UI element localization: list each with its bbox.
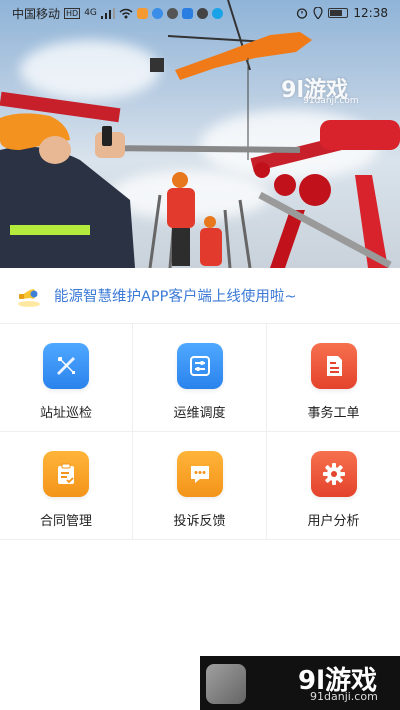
- announcement-text: 能源智慧维护APP客户端上线使用啦~: [54, 289, 297, 305]
- menu-tile: [176, 343, 223, 389]
- worker-figures: [167, 172, 222, 266]
- announcement-bar[interactable]: 能源智慧维护APP客户端上线使用啦~: [0, 268, 400, 324]
- menu-work-orders[interactable]: 事务工单: [267, 324, 400, 432]
- menu-label: 用户分析: [307, 514, 360, 529]
- app-notification-icon: [151, 7, 163, 19]
- tools-icon: [57, 357, 75, 375]
- location-icon: [313, 7, 324, 19]
- hd-indicator-icon: HD: [64, 7, 81, 19]
- alarm-icon: [297, 8, 308, 19]
- battery-icon: [328, 8, 349, 18]
- menu-label: 站址巡检: [39, 406, 92, 421]
- app-notification-icon: [196, 7, 208, 19]
- foreground-worker: [0, 113, 135, 268]
- watermark-banner: 9l游戏 91danji.com: [200, 656, 400, 710]
- menu-ops-dispatch[interactable]: 运维调度: [133, 324, 267, 432]
- app-notification-icon: [211, 7, 223, 19]
- menu-label: 事务工单: [307, 406, 360, 421]
- hero-photo-illustration: [0, 0, 400, 268]
- clock-label: 12:38: [353, 6, 388, 20]
- app-notification-icon: [136, 7, 148, 19]
- network-label: 4G: [84, 8, 97, 18]
- menu-complaint-feedback[interactable]: 投诉反馈: [133, 432, 267, 540]
- megaphone-icon: [18, 288, 40, 307]
- menu-label: 运维调度: [173, 406, 226, 421]
- carrier-label: 中国移动: [12, 6, 61, 21]
- menu-tile: [43, 451, 89, 497]
- watermark-url: 91danji.com: [303, 96, 359, 106]
- document-icon: [326, 356, 342, 376]
- feature-grid: 站址巡检 运维调度 事务工单 合同管理 投诉反馈 用户分析: [0, 324, 400, 540]
- menu-tile: [310, 451, 357, 497]
- watermark-url: 91danji.com: [310, 690, 378, 703]
- watermark-logo: 9l游戏 91danji.com: [281, 72, 358, 106]
- menu-label: 合同管理: [39, 514, 92, 529]
- chat-icon: [190, 466, 209, 483]
- wifi-icon: [119, 8, 133, 18]
- menu-site-inspection[interactable]: 站址巡检: [0, 324, 133, 432]
- menu-user-analysis[interactable]: 用户分析: [267, 432, 400, 540]
- watermark-logo-graphic: [206, 664, 246, 704]
- status-bar: 中国移动 HD 4G 12:38: [0, 0, 400, 26]
- menu-tile: [176, 451, 223, 497]
- chat-notification-icon: [166, 7, 178, 19]
- sliders-icon: [189, 356, 210, 376]
- menu-tile: [43, 343, 89, 389]
- menu-tile: [310, 343, 357, 389]
- signal-icon: [100, 7, 115, 19]
- gear-icon: [322, 463, 345, 485]
- menu-label: 投诉反馈: [173, 514, 226, 529]
- hero-banner: 中国移动 HD 4G 12:38 9l游戏 91danji.com: [0, 0, 400, 268]
- app-notification-icon: [181, 7, 193, 19]
- menu-contract-management[interactable]: 合同管理: [0, 432, 133, 540]
- clipboard-icon: [58, 463, 74, 484]
